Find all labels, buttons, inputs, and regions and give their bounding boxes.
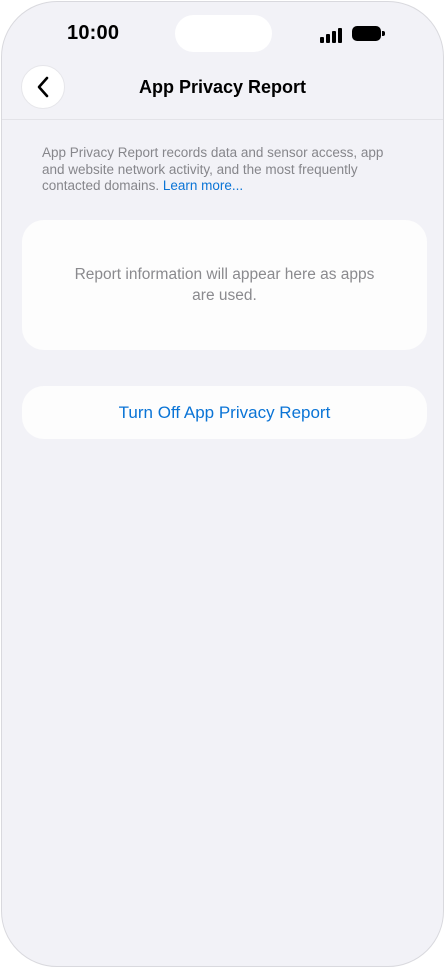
navigation-bar: App Privacy Report	[2, 62, 443, 120]
description-text: App Privacy Report records data and sens…	[42, 145, 402, 195]
turn-off-report-label: Turn Off App Privacy Report	[118, 402, 331, 422]
report-info-card: Report information will appear here as a…	[22, 220, 427, 350]
battery-icon	[352, 26, 386, 42]
cellular-signal-icon	[320, 27, 344, 43]
status-bar: 10:00	[2, 2, 443, 66]
report-info-text: Report information will appear here as a…	[74, 266, 375, 304]
page-title: App Privacy Report	[138, 77, 307, 97]
dynamic-island	[175, 15, 272, 52]
status-time: 10:00	[67, 22, 120, 44]
phone-screen: 10:00 App Privacy Report App Privacy Rep…	[1, 1, 444, 967]
learn-more-link[interactable]: Learn more...	[163, 178, 243, 193]
turn-off-report-button[interactable]: Turn Off App Privacy Report	[22, 386, 427, 439]
